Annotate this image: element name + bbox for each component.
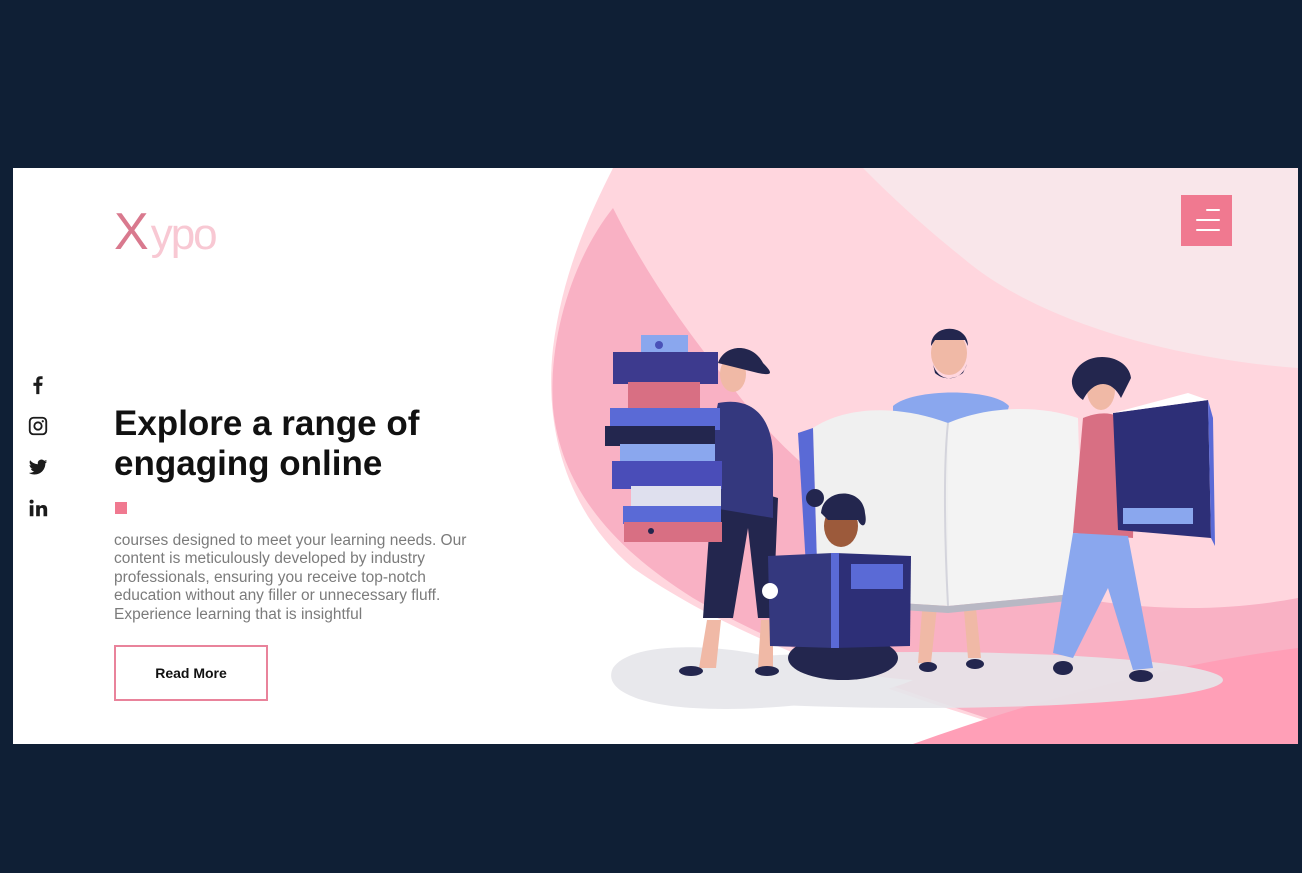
read-more-button[interactable]: Read More xyxy=(114,645,268,701)
hero-description: courses designed to meet your learning n… xyxy=(114,532,467,623)
twitter-link[interactable] xyxy=(27,456,51,480)
facebook-link[interactable] xyxy=(27,374,51,398)
social-links xyxy=(27,374,51,538)
logo-wordmark: ypo xyxy=(150,210,218,259)
menu-button[interactable] xyxy=(1181,195,1232,246)
linkedin-link[interactable] xyxy=(27,497,51,521)
twitter-icon xyxy=(28,459,48,475)
hamburger-menu-icon-bar xyxy=(1196,219,1220,221)
linkedin-icon xyxy=(29,499,48,517)
brand-logo[interactable]: Xypo xyxy=(114,202,218,262)
hamburger-menu-icon-bar xyxy=(1196,229,1220,231)
hero-card: Xypo Explore a range of engaging online … xyxy=(13,168,1298,744)
facebook-icon xyxy=(33,376,43,395)
instagram-link[interactable] xyxy=(27,415,51,439)
logo-letter: X xyxy=(114,203,149,261)
accent-square xyxy=(115,502,127,514)
instagram-icon xyxy=(28,416,48,436)
hero-headline: Explore a range of engaging online xyxy=(114,404,420,483)
hamburger-menu-icon xyxy=(1206,209,1220,211)
